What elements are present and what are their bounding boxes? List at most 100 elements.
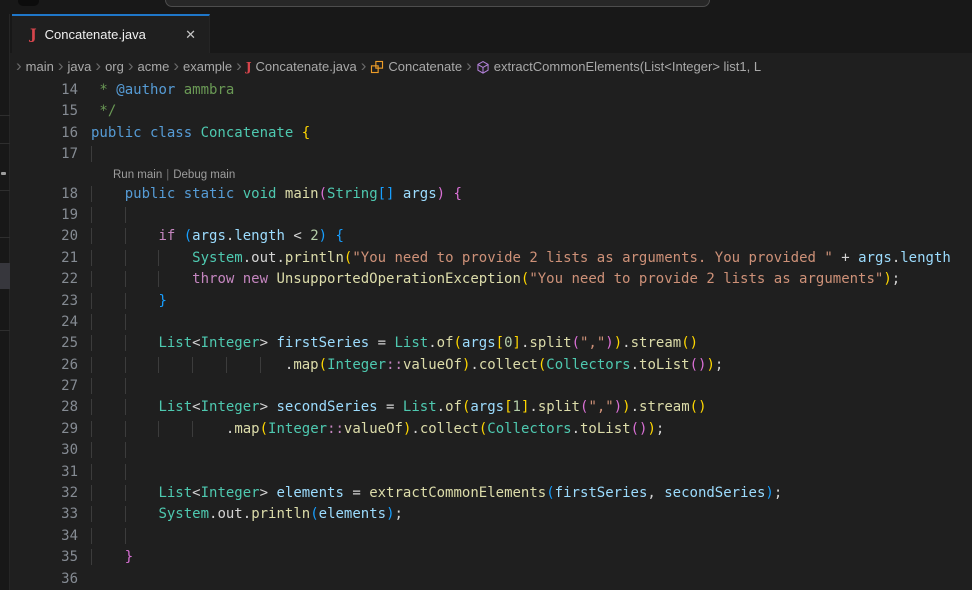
indent-guide [226,357,260,373]
code-line-33[interactable]: 33 System.out.println(elements); [10,504,972,525]
code-content: throw new UnsupportedOperationException(… [91,269,972,290]
sidebar-selected-item-sliver [0,263,10,289]
symbol-class-icon [370,60,384,74]
chevron-right-icon: › [54,57,68,76]
code-line-23[interactable]: 23 } [10,291,972,312]
code-content: if (args.length < 2) { [91,226,972,247]
breadcrumb-item-concatenate[interactable]: Concatenate [370,59,462,74]
indent-guide [91,528,125,544]
indent-guide [91,335,125,351]
indent-guide [91,314,125,330]
symbol-method-icon [476,60,490,74]
code-line-16[interactable]: 16public class Concatenate { [10,123,972,144]
code-line-19[interactable]: 19 [10,205,972,226]
vscode-window: J Concatenate.java ✕ ›main›java›org›acme… [0,0,972,590]
indent-guide [125,421,159,437]
code-line-27[interactable]: 27 [10,376,972,397]
line-number [10,166,78,184]
indent-guide [91,506,125,522]
code-editor[interactable]: 14 * @author ammbra15 */16public class C… [10,80,972,590]
code-content: List<Integer> firstSeries = List.of(args… [91,333,972,354]
code-line-15[interactable]: 15 */ [10,101,972,122]
breadcrumb-label: Concatenate [388,59,462,74]
code-line-17[interactable]: 17 [10,144,972,165]
tab-close-icon[interactable]: ✕ [182,26,199,44]
indent-guide [125,528,159,544]
indent-guide [125,271,159,287]
code-line-31[interactable]: 31 [10,462,972,483]
breadcrumb-item-example[interactable]: example [183,59,232,74]
line-number: 30 [10,440,78,461]
indent-guide [91,421,125,437]
divider [0,190,10,191]
codelens-debug-main-link[interactable]: Debug main [173,169,235,181]
code-line-36[interactable]: 36 [10,569,972,590]
indent-guide [125,250,159,266]
codelens-row: Run main|Debug main [10,166,972,184]
breadcrumb-label: Concatenate.java [256,59,357,74]
breadcrumb-item-acme[interactable]: acme [138,59,170,74]
breadcrumb-item-concatenate-java[interactable]: JConcatenate.java [246,59,357,74]
indent-guide [91,464,125,480]
breadcrumb: ›main›java›org›acme›example›JConcatenate… [10,53,972,80]
code-line-22[interactable]: 22 throw new UnsupportedOperationExcepti… [10,269,972,290]
breadcrumb-item-org[interactable]: org [105,59,124,74]
indent-guide [192,357,226,373]
sidebar-sliver[interactable] [0,14,10,590]
code-content [91,205,972,226]
code-line-28[interactable]: 28 List<Integer> secondSeries = List.of(… [10,397,972,418]
tab-label: Concatenate.java [45,27,174,42]
code-content: } [91,547,972,568]
line-number: 24 [10,312,78,333]
chevron-right-icon: › [91,57,105,76]
indent-guide [91,293,125,309]
code-content: .map(Integer::valueOf).collect(Collector… [91,355,972,376]
code-content [91,144,972,165]
code-content [91,462,972,483]
indent-guide [125,464,159,480]
code-content: List<Integer> secondSeries = List.of(arg… [91,397,972,418]
command-center-box[interactable] [165,0,710,7]
indent-guide [125,399,159,415]
indent-guide [125,485,159,501]
chevron-right-icon: › [462,57,476,76]
indent-guide [125,293,159,309]
line-number: 19 [10,205,78,226]
indent-guide [125,314,159,330]
line-number: 22 [10,269,78,290]
code-line-26[interactable]: 26 .map(Integer::valueOf).collect(Collec… [10,355,972,376]
line-number: 33 [10,504,78,525]
codelens-run-main-link[interactable]: Run main [113,169,162,181]
code-content: System.out.println(elements); [91,504,972,525]
code-content: */ [91,101,972,122]
code-line-18[interactable]: 18 public static void main(String[] args… [10,184,972,205]
divider [0,330,10,331]
indent-guide [158,357,192,373]
code-line-25[interactable]: 25 List<Integer> firstSeries = List.of(a… [10,333,972,354]
breadcrumb-item-java[interactable]: java [68,59,92,74]
code-line-20[interactable]: 20 if (args.length < 2) { [10,226,972,247]
line-number: 18 [10,184,78,205]
code-line-35[interactable]: 35 } [10,547,972,568]
tab-concatenate-java[interactable]: J Concatenate.java ✕ [12,14,210,53]
indent-guide [91,271,125,287]
indent-guide [125,442,159,458]
indent-guide [91,549,125,565]
code-line-32[interactable]: 32 List<Integer> elements = extractCommo… [10,483,972,504]
code-line-14[interactable]: 14 * @author ammbra [10,80,972,101]
line-number: 21 [10,248,78,269]
code-line-30[interactable]: 30 [10,440,972,461]
code-content: } [91,291,972,312]
divider [0,237,10,238]
indent-guide [125,378,159,394]
line-number: 17 [10,144,78,165]
code-line-29[interactable]: 29 .map(Integer::valueOf).collect(Collec… [10,419,972,440]
breadcrumb-item-extractcommonelements-list-int[interactable]: extractCommonElements(List<Integer> list… [476,59,761,74]
line-number: 26 [10,355,78,376]
code-line-34[interactable]: 34 [10,526,972,547]
breadcrumb-label: acme [138,59,170,74]
breadcrumb-item-main[interactable]: main [26,59,54,74]
code-line-21[interactable]: 21 System.out.println("You need to provi… [10,248,972,269]
indent-guide [91,250,125,266]
code-line-24[interactable]: 24 [10,312,972,333]
